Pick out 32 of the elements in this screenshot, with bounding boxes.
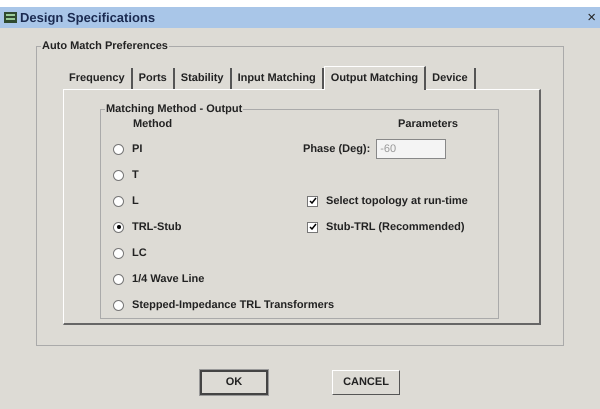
tab[interactable]: Output Matching	[324, 66, 426, 90]
column-heading: Parameters	[397, 117, 459, 132]
tab[interactable]: Device	[426, 68, 476, 89]
tab[interactable]: Stability	[174, 68, 232, 89]
close-button[interactable]: ×	[587, 10, 596, 25]
radio-button[interactable]	[113, 170, 124, 180]
radio-label: TRL-Stub	[132, 220, 182, 235]
radio-button[interactable]	[113, 144, 124, 154]
checkbox-label: Select topology at run-time	[326, 194, 468, 209]
checkbox-label: Stub-TRL (Recommended)	[326, 220, 465, 235]
tab[interactable]: Frequency	[63, 68, 133, 89]
radio-button[interactable]	[113, 222, 124, 232]
column-heading: Method	[132, 117, 174, 132]
radio-label: T	[132, 168, 139, 183]
radio-label: Stepped-Impedance TRL Transformers	[132, 298, 334, 313]
radio-button[interactable]	[113, 274, 124, 284]
radio-button[interactable]	[113, 300, 124, 310]
checkbox[interactable]	[307, 222, 318, 232]
radio-label: 1/4 Wave Line	[132, 272, 204, 287]
radio-button[interactable]	[113, 196, 124, 206]
dialog-button[interactable]: CANCEL	[332, 370, 400, 395]
app-icon	[4, 12, 17, 23]
radio-label: L	[132, 194, 139, 209]
dialog-button[interactable]: OK	[200, 370, 268, 395]
tab[interactable]: Ports	[132, 68, 175, 89]
group-title: Matching Method - Output	[105, 101, 244, 118]
radio-label: PI	[132, 142, 142, 157]
radio-label: LC	[132, 246, 147, 261]
field-label: Phase (Deg):	[303, 142, 370, 157]
checkbox[interactable]	[307, 196, 318, 206]
radio-button[interactable]	[113, 248, 124, 258]
window-title: Design Specifications	[20, 8, 156, 27]
